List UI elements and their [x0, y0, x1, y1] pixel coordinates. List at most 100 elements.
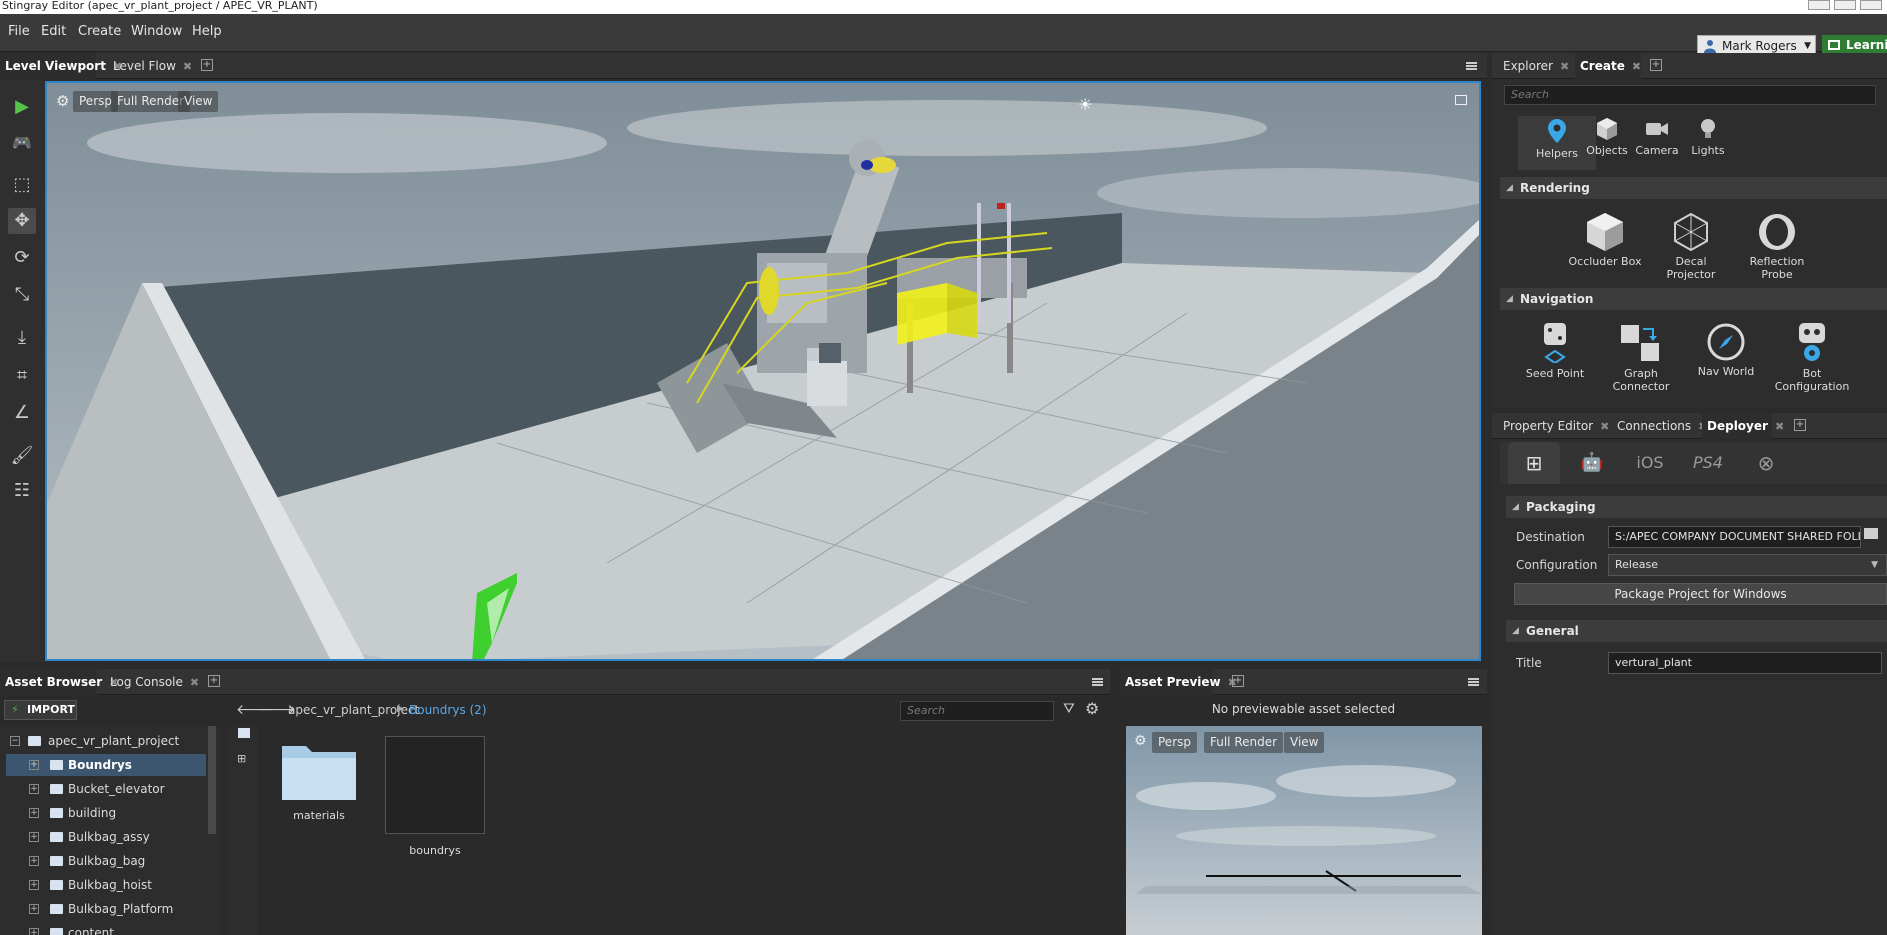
tab-connections[interactable]: Connections✖	[1612, 413, 1708, 439]
create-seed-point[interactable]: Seed Point	[1516, 323, 1594, 380]
tree-item-bucket-elevator[interactable]: + Bucket_elevator	[6, 778, 206, 800]
tree-item-boundrys[interactable]: + Boundrys	[6, 754, 206, 776]
menu-icon[interactable]	[1466, 62, 1477, 70]
expand-icon[interactable]: +	[29, 856, 39, 866]
tab-asset-browser[interactable]: Asset Browser ✖	[0, 669, 118, 695]
tree-item-bulkbag-hoist[interactable]: + Bulkbag_hoist	[6, 874, 206, 896]
android-platform-tab[interactable]: 🤖	[1566, 442, 1618, 484]
sun-icon[interactable]: ☀	[1078, 95, 1092, 114]
tree-item-bulkbag-bag[interactable]: + Bulkbag_bag	[6, 850, 206, 872]
ps4-platform-tab[interactable]: PS4	[1682, 442, 1734, 484]
preview-settings-icon[interactable]: ⚙	[1134, 733, 1147, 749]
create-occluder-box[interactable]: Occluder Box	[1566, 213, 1644, 268]
preview-viewport[interactable]: ⚙ Persp Full Render View	[1126, 726, 1482, 935]
select-icon[interactable]: ⬚	[8, 172, 36, 198]
minimize-button[interactable]	[1808, 0, 1830, 10]
create-reflection-probe[interactable]: Reflection Probe	[1738, 213, 1816, 281]
menu-file[interactable]: File	[8, 24, 30, 39]
tree-item-content[interactable]: + content	[6, 922, 206, 935]
add-tab-icon[interactable]: +	[1232, 675, 1244, 687]
asset-search-input[interactable]: Search	[900, 701, 1054, 721]
menu-help[interactable]: Help	[192, 24, 222, 39]
scale-icon[interactable]: ⤡	[8, 282, 36, 308]
create-nav-world[interactable]: Nav World	[1687, 323, 1765, 378]
close-icon[interactable]: ✖	[1600, 420, 1609, 433]
paint-icon[interactable]: 🖌	[8, 443, 36, 469]
level-viewport[interactable]: ⚙ Persp Full Render View ☀	[45, 81, 1481, 661]
tab-level-flow[interactable]: Level Flow ✖	[108, 53, 192, 79]
tab-log-console[interactable]: Log Console ✖	[105, 669, 199, 695]
maximize-viewport-icon[interactable]	[1455, 95, 1467, 105]
view-menu-button[interactable]: View	[178, 91, 219, 112]
rotate-icon[interactable]: ⟳	[8, 245, 36, 271]
place-icon[interactable]: ⤓	[8, 325, 36, 351]
expand-icon[interactable]: +	[29, 928, 39, 935]
new-folder-icon[interactable]: ⊞	[237, 752, 246, 765]
gear-icon[interactable]: ⚙	[1085, 699, 1099, 718]
menu-icon[interactable]	[1092, 678, 1103, 686]
expand-icon[interactable]: +	[29, 904, 39, 914]
folder-view-icon[interactable]	[238, 728, 250, 738]
move-icon[interactable]: ✥	[8, 208, 36, 234]
measure-icon[interactable]: ∠	[8, 400, 36, 426]
title-field[interactable]: vertural_plant	[1608, 652, 1882, 674]
menu-icon[interactable]	[1468, 678, 1479, 686]
menu-create[interactable]: Create	[78, 24, 121, 39]
preview-camera-button[interactable]: Persp	[1152, 732, 1197, 753]
expand-icon[interactable]: +	[29, 832, 39, 842]
configuration-select[interactable]: Release ▼	[1608, 554, 1887, 576]
ios-platform-tab[interactable]: iOS	[1624, 442, 1676, 484]
close-icon[interactable]: ✖	[190, 676, 199, 689]
tree-item-building[interactable]: + building	[6, 802, 206, 824]
package-project-button[interactable]: Package Project for Windows	[1514, 583, 1887, 605]
xbox-platform-tab[interactable]: ⊗	[1740, 442, 1792, 484]
asset-item-boundrys[interactable]: boundrys	[385, 736, 485, 857]
packaging-section-header[interactable]: ◢ Packaging	[1506, 496, 1887, 518]
tree-item-bulkbag-platform[interactable]: + Bulkbag_Platform	[6, 898, 206, 920]
add-tab-icon[interactable]: +	[208, 675, 220, 687]
filter-icon[interactable]: ⛛	[1063, 701, 1075, 717]
expand-icon[interactable]: +	[29, 760, 39, 770]
close-icon[interactable]: ✖	[1560, 60, 1569, 73]
close-icon[interactable]: ✖	[183, 60, 192, 73]
tab-property-editor[interactable]: Property Editor ✖	[1498, 413, 1611, 439]
viewport-settings-icon[interactable]: ⚙	[56, 92, 69, 110]
windows-platform-tab[interactable]: ⊞	[1508, 442, 1560, 484]
layers-icon[interactable]: ☷	[8, 478, 36, 504]
play-icon[interactable]: ▶	[8, 94, 36, 120]
expand-icon[interactable]: +	[29, 880, 39, 890]
close-icon[interactable]: ✖	[1775, 420, 1784, 433]
create-search-input[interactable]: Search	[1504, 85, 1876, 105]
tab-deployer[interactable]: Deployer ✖	[1702, 413, 1784, 439]
collapse-icon[interactable]: −	[10, 736, 20, 746]
browse-folder-icon[interactable]	[1864, 528, 1878, 539]
create-bot-configuration[interactable]: Bot Configuration	[1773, 323, 1851, 393]
rendering-section-header[interactable]: ◢ Rendering	[1500, 177, 1887, 199]
tree-scrollbar[interactable]	[208, 726, 216, 834]
tab-create[interactable]: Create ✖	[1575, 53, 1641, 79]
import-button[interactable]: ⚡ IMPORT	[4, 700, 77, 720]
create-category-lights[interactable]: Lights	[1669, 118, 1747, 157]
add-tab-icon[interactable]: +	[1650, 59, 1662, 71]
add-tab-icon[interactable]: +	[1794, 419, 1806, 431]
create-graph-connector[interactable]: Graph Connector	[1602, 323, 1680, 393]
tab-level-viewport[interactable]: Level Viewport ✖	[0, 53, 122, 79]
tree-item-root[interactable]: − apec_vr_plant_project	[6, 730, 206, 752]
close-window-button[interactable]	[1860, 0, 1882, 10]
tree-item-bulkbag-assy[interactable]: + Bulkbag_assy	[6, 826, 206, 848]
gamepad-icon[interactable]: 🎮	[8, 130, 36, 156]
tab-asset-preview[interactable]: Asset Preview ✖	[1120, 669, 1237, 695]
menu-edit[interactable]: Edit	[41, 24, 66, 39]
tab-explorer[interactable]: Explorer ✖	[1498, 53, 1569, 79]
maximize-button[interactable]	[1834, 0, 1856, 10]
navigation-section-header[interactable]: ◢ Navigation	[1500, 288, 1887, 310]
add-tab-icon[interactable]: +	[201, 59, 213, 71]
breadcrumb-current[interactable]: Boundrys (2)	[409, 703, 487, 717]
expand-icon[interactable]: +	[29, 784, 39, 794]
expand-icon[interactable]: +	[29, 808, 39, 818]
close-icon[interactable]: ✖	[1632, 60, 1641, 73]
general-section-header[interactable]: ◢ General	[1506, 620, 1887, 642]
preview-view-button[interactable]: View	[1284, 732, 1325, 753]
menu-window[interactable]: Window	[131, 24, 182, 39]
preview-render-button[interactable]: Full Render	[1204, 732, 1284, 753]
